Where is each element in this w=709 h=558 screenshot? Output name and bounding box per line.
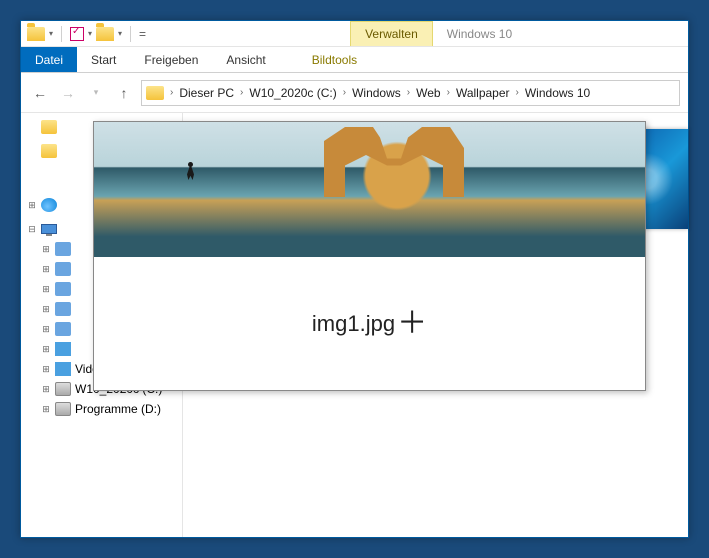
tab-picture-tools[interactable]: Bildtools [298, 47, 371, 72]
music-icon [55, 342, 71, 356]
videos-icon [55, 362, 71, 376]
chevron-right-icon[interactable]: › [170, 87, 173, 98]
thumbnail-preview-tooltip: img1.jpg ＋ [93, 121, 646, 391]
wallpaper-preview-image [94, 122, 645, 257]
folder-icon [27, 27, 45, 41]
magnify-cursor-icon: ＋ [397, 298, 427, 342]
runner-silhouette [184, 162, 196, 182]
preview-filename: img1.jpg ＋ [94, 302, 645, 346]
documents-icon [55, 302, 71, 316]
filename-text: img1.jpg [312, 311, 395, 337]
explorer-window: ▾ ▾ ▾ = Verwalten Windows 10 Datei Start… [20, 20, 689, 538]
tab-view[interactable]: Ansicht [212, 47, 279, 72]
chevron-right-icon[interactable]: › [343, 87, 346, 98]
quick-access-toolbar: ▾ ▾ ▾ = Verwalten Windows 10 [21, 21, 688, 47]
properties-icon[interactable] [70, 27, 84, 41]
downloads-icon [55, 322, 71, 336]
tree-label: Programme (D:) [75, 402, 161, 416]
folder-icon [146, 86, 164, 100]
rock-arch [324, 127, 464, 197]
back-button[interactable]: ← [29, 82, 51, 104]
separator [61, 26, 62, 42]
breadcrumb-item[interactable]: Windows 10 [521, 86, 594, 100]
window-title: Windows 10 [433, 21, 526, 46]
tree-item[interactable]: ⊞Programme (D:) [23, 399, 180, 419]
separator [130, 26, 131, 42]
onedrive-icon [41, 198, 57, 212]
chevron-right-icon[interactable]: › [240, 87, 243, 98]
breadcrumb-item[interactable]: Dieser PC [175, 86, 238, 100]
chevron-right-icon[interactable]: › [516, 87, 519, 98]
contextual-tab-manage[interactable]: Verwalten [350, 21, 433, 46]
chevron-right-icon[interactable]: › [447, 87, 450, 98]
drive-icon [55, 402, 71, 416]
forward-button[interactable]: → [57, 82, 79, 104]
chevron-down-icon[interactable]: ▾ [49, 29, 53, 38]
folder-icon [41, 144, 57, 158]
ribbon-tabs: Datei Start Freigeben Ansicht Bildtools [21, 47, 688, 73]
drive-icon [55, 382, 71, 396]
navigation-bar: ← → ▾ ↑ › Dieser PC › W10_2020c (C:) › W… [21, 73, 688, 113]
chevron-right-icon[interactable]: › [407, 87, 410, 98]
file-tab[interactable]: Datei [21, 47, 77, 72]
customize-qat[interactable]: = [139, 27, 146, 41]
breadcrumb-item[interactable]: Web [412, 86, 444, 100]
up-button[interactable]: ↑ [113, 82, 135, 104]
address-bar[interactable]: › Dieser PC › W10_2020c (C:) › Windows ›… [141, 80, 680, 106]
breadcrumb-item[interactable]: W10_2020c (C:) [245, 86, 340, 100]
chevron-down-icon[interactable]: ▾ [88, 29, 92, 38]
recent-locations[interactable]: ▾ [85, 82, 107, 104]
objects-3d-icon [55, 242, 71, 256]
pictures-icon [55, 262, 71, 276]
breadcrumb-item[interactable]: Windows [348, 86, 405, 100]
folder-icon [41, 120, 57, 134]
chevron-down-icon[interactable]: ▾ [118, 29, 122, 38]
tab-share[interactable]: Freigeben [130, 47, 212, 72]
tab-start[interactable]: Start [77, 47, 130, 72]
new-folder-icon[interactable] [96, 27, 114, 41]
this-pc-icon [41, 224, 57, 234]
breadcrumb-item[interactable]: Wallpaper [452, 86, 514, 100]
desktop-icon [55, 282, 71, 296]
